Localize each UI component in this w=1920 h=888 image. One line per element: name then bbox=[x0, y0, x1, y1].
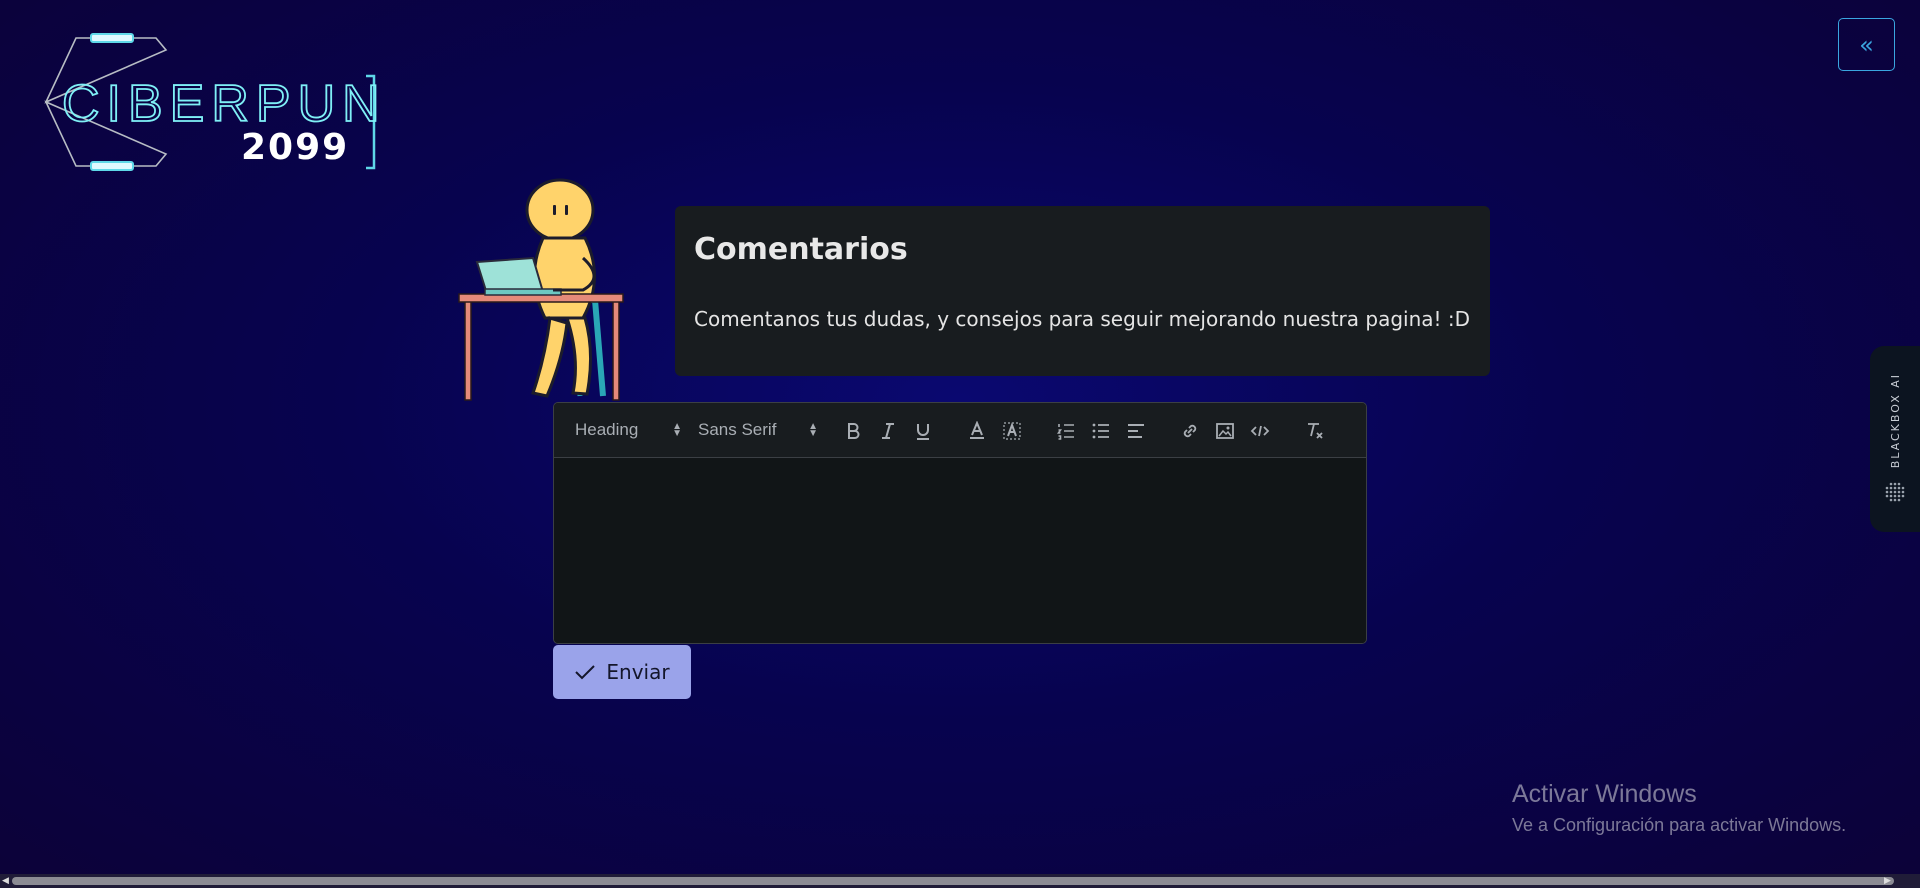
scroll-left-arrow-icon[interactable]: ◀ bbox=[2, 876, 9, 886]
image-icon bbox=[1216, 423, 1234, 439]
check-icon bbox=[575, 665, 596, 680]
highlight-button[interactable] bbox=[1000, 419, 1024, 443]
italic-button[interactable] bbox=[876, 419, 900, 443]
horizontal-scrollbar[interactable]: ◀ ▶ bbox=[0, 874, 1920, 888]
text-color-icon bbox=[970, 421, 984, 439]
bold-button[interactable] bbox=[841, 419, 865, 443]
watermark-title: Activar Windows bbox=[1512, 780, 1697, 808]
text-color-button[interactable] bbox=[965, 419, 989, 443]
link-button[interactable] bbox=[1178, 419, 1202, 443]
heading-picker[interactable]: Heading ▲ ▼ bbox=[575, 420, 682, 440]
character-illustration bbox=[455, 178, 630, 403]
bullet-list-button[interactable] bbox=[1089, 419, 1113, 443]
highlight-icon bbox=[1003, 422, 1021, 440]
watermark-subtitle: Ve a Configuración para activar Windows. bbox=[1512, 815, 1847, 835]
blackbox-logo-icon bbox=[1885, 482, 1905, 501]
comment-editor: Heading ▲ ▼ Sans Serif ▲ ▼ bbox=[553, 402, 1367, 644]
site-logo[interactable]: CIBERPUNK 2099 bbox=[36, 32, 422, 182]
font-picker[interactable]: Sans Serif ▲ ▼ bbox=[698, 420, 818, 440]
blackbox-ai-label: BLACKBOX AI bbox=[1888, 373, 1902, 469]
editor-toolbar: Heading ▲ ▼ Sans Serif ▲ ▼ bbox=[554, 403, 1366, 458]
link-icon bbox=[1183, 424, 1197, 438]
clear-format-icon bbox=[1308, 423, 1323, 439]
editor-text-area[interactable] bbox=[554, 458, 1366, 643]
logo-graphic: CIBERPUNK 2099 bbox=[44, 33, 422, 171]
sort-icon: ▲ ▼ bbox=[672, 421, 682, 439]
align-icon bbox=[1128, 424, 1144, 438]
ordered-list-button[interactable] bbox=[1054, 419, 1078, 443]
underline-button[interactable] bbox=[911, 419, 935, 443]
send-button-label: Enviar bbox=[606, 660, 670, 684]
blackbox-ai-tab[interactable]: BLACKBOX AI bbox=[1870, 346, 1920, 532]
underline-icon bbox=[917, 424, 929, 440]
scroll-right-arrow-icon[interactable]: ▶ bbox=[1884, 876, 1891, 886]
scrollbar-thumb[interactable] bbox=[12, 877, 1894, 885]
logo-line1: CIBERPUNK bbox=[62, 75, 384, 133]
code-icon bbox=[1250, 425, 1270, 437]
align-button[interactable] bbox=[1124, 419, 1148, 443]
heading-picker-label: Heading bbox=[575, 420, 639, 439]
font-picker-label: Sans Serif bbox=[698, 420, 777, 439]
collapse-button[interactable]: « bbox=[1838, 18, 1895, 71]
comments-info-card: Comentarios Comentanos tus dudas, y cons… bbox=[675, 206, 1490, 376]
send-button[interactable]: Enviar bbox=[553, 645, 691, 699]
clear-format-button[interactable] bbox=[1302, 419, 1326, 443]
windows-activation-watermark: Activar Windows Ve a Configuración para … bbox=[1512, 780, 1846, 836]
comments-title: Comentarios bbox=[694, 232, 908, 267]
double-chevron-left-icon: « bbox=[1859, 30, 1874, 59]
logo-line2: 2099 bbox=[241, 127, 349, 168]
image-button[interactable] bbox=[1213, 419, 1237, 443]
ordered-list-icon bbox=[1057, 424, 1074, 440]
comments-description: Comentanos tus dudas, y consejos para se… bbox=[694, 307, 1471, 331]
bold-icon bbox=[848, 423, 860, 439]
bullet-list-icon bbox=[1092, 423, 1109, 439]
sort-icon: ▲ ▼ bbox=[808, 421, 818, 439]
code-button[interactable] bbox=[1248, 419, 1272, 443]
italic-icon bbox=[882, 423, 894, 439]
